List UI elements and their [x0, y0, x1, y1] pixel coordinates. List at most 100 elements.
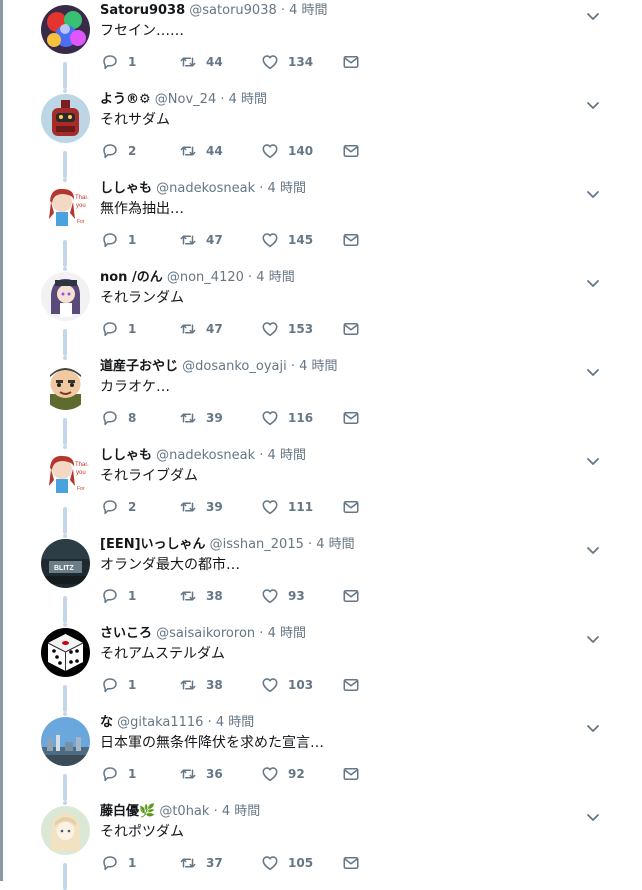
retweet-button[interactable]: 37: [179, 852, 223, 874]
user-handle[interactable]: @satoru9038: [189, 3, 276, 18]
reply-button[interactable]: 2: [101, 496, 136, 518]
direct-message-button[interactable]: [342, 407, 360, 429]
retweet-button[interactable]: 39: [179, 496, 223, 518]
reply-button[interactable]: 1: [101, 229, 136, 251]
reply-button[interactable]: 1: [101, 318, 136, 340]
avatar[interactable]: [41, 361, 90, 410]
display-name[interactable]: さいころ: [100, 626, 152, 641]
like-button[interactable]: 140: [261, 140, 313, 162]
timestamp[interactable]: 4 時間: [216, 715, 254, 730]
display-name[interactable]: [EEN]いっしゃん: [100, 537, 206, 552]
like-button[interactable]: 105: [261, 852, 313, 874]
tweet-item[interactable]: Satoru9038 @satoru9038 · 4 時間 フセイン…… 1 44 13…: [0, 0, 642, 89]
user-handle[interactable]: @nadekosneak: [156, 448, 255, 463]
user-handle[interactable]: @isshan_2015: [210, 537, 304, 552]
tweet-item[interactable]: BLITZ [EEN]いっしゃん @isshan_2015 · 4 時間 オランダ最…: [0, 534, 642, 623]
chevron-down-icon[interactable]: [586, 362, 600, 376]
retweet-button[interactable]: 47: [179, 318, 223, 340]
reply-button[interactable]: 1: [101, 585, 136, 607]
direct-message-button[interactable]: [342, 51, 360, 73]
chevron-down-icon[interactable]: [586, 6, 600, 20]
timestamp[interactable]: 4 時間: [268, 448, 306, 463]
like-button[interactable]: 145: [261, 229, 313, 251]
tweet-item[interactable]: non /のん @non_4120 · 4 時間 それランダム 1 47 153: [0, 267, 642, 356]
timestamp[interactable]: 4 時間: [268, 181, 306, 196]
user-handle[interactable]: @dosanko_oyaji: [182, 359, 287, 374]
avatar[interactable]: [41, 272, 90, 321]
reply-button[interactable]: 1: [101, 51, 136, 73]
tweet-item[interactable]: な @gitaka1116 · 4 時間 日本軍の無条件降伏を求めた宣言… 1 36 9…: [0, 712, 642, 801]
avatar[interactable]: [41, 717, 90, 766]
user-handle[interactable]: @nadekosneak: [156, 181, 255, 196]
tweet-item[interactable]: Thank you For ししゃも @nadekosneak · 4 時間無作為抽出…: [0, 178, 642, 267]
reply-button[interactable]: 2: [101, 140, 136, 162]
direct-message-button[interactable]: [342, 496, 360, 518]
reply-button[interactable]: 8: [101, 407, 136, 429]
like-button[interactable]: 153: [261, 318, 313, 340]
timestamp[interactable]: 4 時間: [289, 3, 327, 18]
chevron-down-icon[interactable]: [586, 807, 600, 821]
timestamp[interactable]: 4 時間: [256, 270, 294, 285]
direct-message-button[interactable]: [342, 585, 360, 607]
display-name[interactable]: Satoru9038: [100, 3, 185, 18]
like-button[interactable]: 92: [261, 763, 305, 785]
like-button[interactable]: 134: [261, 51, 313, 73]
tweet-item[interactable]: Thank you For ししゃも @nadekosneak · 4 時間それライブ…: [0, 445, 642, 534]
retweet-button[interactable]: 39: [179, 407, 223, 429]
like-button[interactable]: 116: [261, 407, 313, 429]
display-name[interactable]: non /のん: [100, 270, 163, 285]
chevron-down-icon[interactable]: [586, 540, 600, 554]
avatar[interactable]: [41, 628, 90, 677]
like-button[interactable]: 103: [261, 674, 313, 696]
retweet-button[interactable]: 38: [179, 674, 223, 696]
direct-message-button[interactable]: [342, 229, 360, 251]
direct-message-button[interactable]: [342, 852, 360, 874]
timestamp[interactable]: 4 時間: [268, 626, 306, 641]
user-handle[interactable]: @saisaikororon: [156, 626, 255, 641]
tweet-item[interactable]: 道産子おやじ @dosanko_oyaji · 4 時間 カラオケ… 8 39 116: [0, 356, 642, 445]
direct-message-button[interactable]: [342, 140, 360, 162]
reply-button[interactable]: 1: [101, 763, 136, 785]
user-handle[interactable]: @t0hak: [159, 804, 209, 819]
retweet-button[interactable]: 44: [179, 140, 223, 162]
tweet-item[interactable]: 藤白優🌿 @t0hak · 4 時間 それポツダム 1 37 105: [0, 801, 642, 890]
avatar[interactable]: Thank you For: [41, 183, 90, 232]
timestamp[interactable]: 4 時間: [229, 92, 267, 107]
avatar[interactable]: [41, 94, 90, 143]
reply-button[interactable]: 1: [101, 852, 136, 874]
display-name[interactable]: よう®⚙: [100, 92, 151, 107]
direct-message-button[interactable]: [342, 674, 360, 696]
chevron-down-icon[interactable]: [586, 273, 600, 287]
user-handle[interactable]: @Nov_24: [155, 92, 216, 107]
user-handle[interactable]: @non_4120: [167, 270, 244, 285]
direct-message-button[interactable]: [342, 763, 360, 785]
avatar[interactable]: [41, 806, 90, 855]
chevron-down-icon[interactable]: [586, 451, 600, 465]
like-button[interactable]: 111: [261, 496, 313, 518]
display-name[interactable]: ししゃも: [100, 181, 152, 196]
retweet-button[interactable]: 44: [179, 51, 223, 73]
display-name[interactable]: 藤白優🌿: [100, 804, 155, 819]
direct-message-button[interactable]: [342, 318, 360, 340]
avatar[interactable]: Thank you For: [41, 450, 90, 499]
chevron-down-icon[interactable]: [586, 718, 600, 732]
user-handle[interactable]: @gitaka1116: [117, 715, 203, 730]
retweet-button[interactable]: 36: [179, 763, 223, 785]
display-name[interactable]: ししゃも: [100, 448, 152, 463]
timestamp[interactable]: 4 時間: [299, 359, 337, 374]
tweet-item[interactable]: よう®⚙ @Nov_24 · 4 時間 それサダム 2 44 140: [0, 89, 642, 178]
chevron-down-icon[interactable]: [586, 629, 600, 643]
retweet-button[interactable]: 47: [179, 229, 223, 251]
display-name[interactable]: な: [100, 715, 113, 730]
timestamp[interactable]: 4 時間: [222, 804, 260, 819]
avatar[interactable]: [41, 5, 90, 54]
avatar[interactable]: BLITZ: [41, 539, 90, 588]
chevron-down-icon[interactable]: [586, 95, 600, 109]
chevron-down-icon[interactable]: [586, 184, 600, 198]
tweet-item[interactable]: さいころ @saisaikororon · 4 時間 それアムステルダム 1 38 10…: [0, 623, 642, 712]
retweet-button[interactable]: 38: [179, 585, 223, 607]
timestamp[interactable]: 4 時間: [316, 537, 354, 552]
reply-button[interactable]: 1: [101, 674, 136, 696]
like-button[interactable]: 93: [261, 585, 305, 607]
display-name[interactable]: 道産子おやじ: [100, 359, 178, 374]
